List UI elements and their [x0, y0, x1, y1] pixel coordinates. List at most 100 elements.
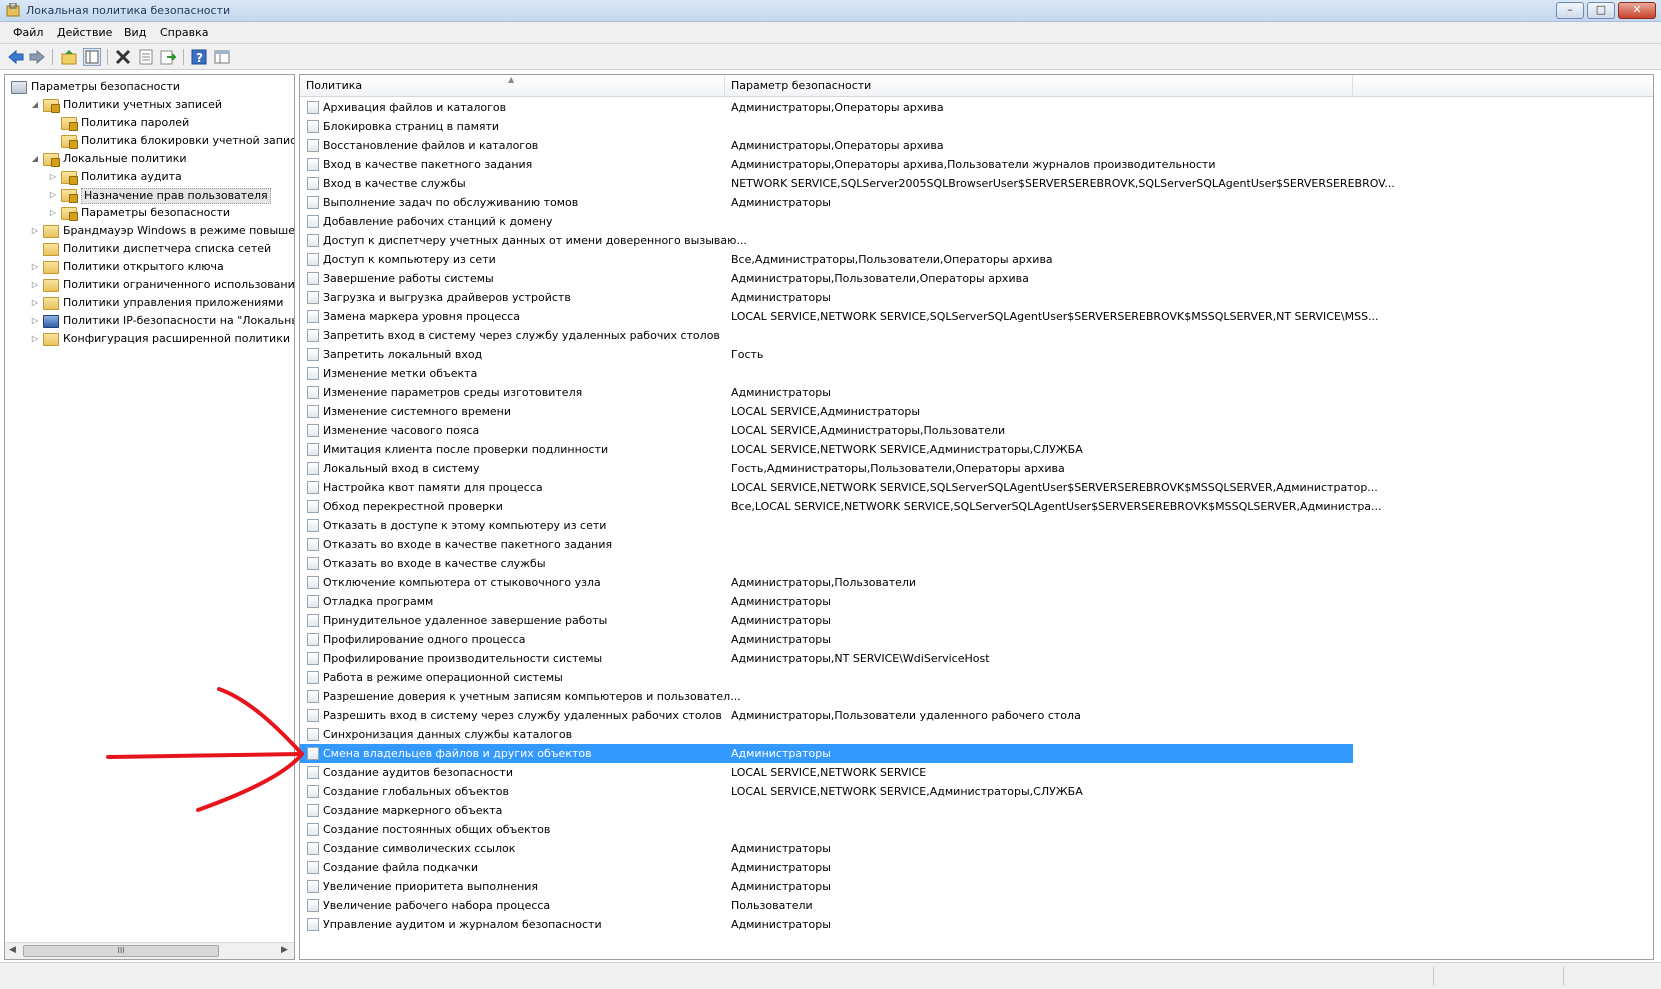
- help-icon[interactable]: ?: [190, 48, 208, 66]
- table-row[interactable]: Блокировка страниц в памяти: [300, 117, 1653, 136]
- table-row[interactable]: Создание постоянных общих объектов: [300, 820, 1653, 839]
- expand-arrow-icon[interactable]: ▷: [49, 186, 57, 204]
- table-row[interactable]: Локальный вход в систему Гость,Администра…: [300, 459, 1653, 478]
- tree-node[interactable]: ▷ Брандмауэр Windows в режиме повышенно: [5, 222, 294, 240]
- expand-arrow-icon[interactable]: ▷: [31, 330, 39, 348]
- table-row[interactable]: Добавление рабочих станций к домену: [300, 212, 1653, 231]
- scroll-right-arrow-icon[interactable]: ▶: [281, 945, 288, 955]
- table-row[interactable]: Создание маркерного объекта: [300, 801, 1653, 820]
- table-row[interactable]: Обход перекрестной проверки Все,LOCAL SER…: [300, 497, 1653, 516]
- table-row[interactable]: Изменение параметров среды изготовителя А…: [300, 383, 1653, 402]
- show-tree-icon[interactable]: [83, 48, 101, 66]
- table-row[interactable]: Создание файла подкачки Администраторы: [300, 858, 1653, 877]
- menu-file[interactable]: Файл: [13, 26, 43, 39]
- policy-name: Добавление рабочих станций к домену: [323, 215, 553, 228]
- tree-node[interactable]: ◢ Локальные политики: [5, 150, 294, 168]
- tree-node[interactable]: ▷ Политики управления приложениями: [5, 294, 294, 312]
- tree-node[interactable]: Политики диспетчера списка сетей: [5, 240, 294, 258]
- table-row[interactable]: Работа в режиме операционной системы: [300, 668, 1653, 687]
- table-row[interactable]: Имитация клиента после проверки подлинно…: [300, 440, 1653, 459]
- menu-action[interactable]: Действие: [57, 26, 112, 39]
- table-row[interactable]: Отказать во входе в качестве службы: [300, 554, 1653, 573]
- table-row[interactable]: Изменение метки объекта: [300, 364, 1653, 383]
- expand-arrow-icon[interactable]: ▷: [31, 294, 39, 312]
- table-row[interactable]: Создание аудитов безопасности LOCAL SERVI…: [300, 763, 1653, 782]
- export-icon[interactable]: [159, 48, 177, 66]
- table-row[interactable]: Синхронизация данных службы каталогов: [300, 725, 1653, 744]
- policy-setting: Администраторы,Пользователи,Операторы ар…: [731, 272, 1029, 285]
- expand-arrow-icon[interactable]: ▷: [49, 204, 57, 222]
- expand-arrow-icon[interactable]: ▷: [31, 276, 39, 294]
- table-row[interactable]: Вход в качестве службы NETWORK SERVICE,SQ…: [300, 174, 1653, 193]
- policy-icon: [307, 633, 319, 646]
- expand-arrow-icon[interactable]: ▷: [31, 312, 39, 330]
- table-row[interactable]: Восстановление файлов и каталогов Админис…: [300, 136, 1653, 155]
- collapse-arrow-icon[interactable]: ◢: [31, 150, 39, 168]
- tree-node[interactable]: ▷ Политики ограниченного использования пр: [5, 276, 294, 294]
- tree-node[interactable]: ▷ Политика аудита: [5, 168, 294, 186]
- menu-help[interactable]: Справка: [160, 26, 208, 39]
- table-row[interactable]: Принудительное удаленное завершение рабо…: [300, 611, 1653, 630]
- table-row[interactable]: Создание символических ссылок Администрат…: [300, 839, 1653, 858]
- forward-arrow-icon[interactable]: [28, 48, 46, 66]
- tree-node[interactable]: ▷ Политики IP-безопасности на "Локальный …: [5, 312, 294, 330]
- policy-icon: [307, 310, 319, 323]
- policy-icon: [307, 500, 319, 513]
- table-row[interactable]: Запретить вход в систему через службу уд…: [300, 326, 1653, 345]
- table-row[interactable]: Доступ к диспетчеру учетных данных от им…: [300, 231, 1653, 250]
- maximize-button[interactable]: □: [1587, 2, 1615, 19]
- expand-arrow-icon[interactable]: ▷: [31, 258, 39, 276]
- minimize-button[interactable]: –: [1556, 2, 1584, 19]
- back-arrow-icon[interactable]: [7, 48, 25, 66]
- column-header-setting[interactable]: Параметр безопасности: [725, 75, 1353, 97]
- tree-node[interactable]: Политика паролей: [5, 114, 294, 132]
- scroll-thumb[interactable]: III: [23, 945, 219, 957]
- properties-icon[interactable]: [137, 48, 155, 66]
- tree-node[interactable]: ▷ Конфигурация расширенной политики ауди: [5, 330, 294, 348]
- table-row[interactable]: Архивация файлов и каталогов Администрато…: [300, 98, 1653, 117]
- sort-ascending-icon: ▲: [508, 75, 515, 84]
- expand-arrow-icon[interactable]: ▷: [31, 222, 39, 240]
- menu-view[interactable]: Вид: [124, 26, 146, 39]
- table-row[interactable]: Отказать в доступе к этому компьютеру из…: [300, 516, 1653, 535]
- policy-icon: [307, 766, 319, 779]
- table-row[interactable]: Завершение работы системы Администраторы,…: [300, 269, 1653, 288]
- tree-node[interactable]: Политика блокировки учетной записи: [5, 132, 294, 150]
- table-row[interactable]: Отказать во входе в качестве пакетного з…: [300, 535, 1653, 554]
- delete-icon[interactable]: [114, 48, 132, 66]
- table-row[interactable]: Настройка квот памяти для процесса LOCAL …: [300, 478, 1653, 497]
- collapse-arrow-icon[interactable]: ◢: [31, 96, 39, 114]
- table-row[interactable]: Профилирование производительности систем…: [300, 649, 1653, 668]
- table-row[interactable]: Запретить локальный вход Гость: [300, 345, 1653, 364]
- table-row[interactable]: Увеличение приоритета выполнения Админист…: [300, 877, 1653, 896]
- table-row[interactable]: Выполнение задач по обслуживанию томов Ад…: [300, 193, 1653, 212]
- table-row[interactable]: Разрешение доверия к учетным записям ком…: [300, 687, 1653, 706]
- console-icon[interactable]: [213, 48, 231, 66]
- table-row[interactable]: Вход в качестве пакетного задания Админис…: [300, 155, 1653, 174]
- table-row[interactable]: Изменение системного времени LOCAL SERVIC…: [300, 402, 1653, 421]
- scroll-left-arrow-icon[interactable]: ◀: [9, 945, 16, 955]
- list-header: ▲ Политика Параметр безопасности: [300, 75, 1653, 97]
- column-header-policy[interactable]: ▲ Политика: [300, 75, 725, 97]
- tree-node[interactable]: ▷ Политики открытого ключа: [5, 258, 294, 276]
- tree-node[interactable]: ▷ Назначение прав пользователя: [5, 186, 294, 204]
- table-row[interactable]: Разрешить вход в систему через службу уд…: [300, 706, 1653, 725]
- table-row[interactable]: Отладка программ Администраторы: [300, 592, 1653, 611]
- table-row[interactable]: Загрузка и выгрузка драйверов устройств А…: [300, 288, 1653, 307]
- close-button[interactable]: ✕: [1618, 2, 1656, 19]
- table-row[interactable]: Увеличение рабочего набора процесса Польз…: [300, 896, 1653, 915]
- table-row[interactable]: Отключение компьютера от стыковочного уз…: [300, 573, 1653, 592]
- tree-node[interactable]: Параметры безопасности: [5, 78, 294, 96]
- tree-horizontal-scrollbar[interactable]: ◀ III ▶: [5, 942, 294, 959]
- tree-node[interactable]: ◢ Политики учетных записей: [5, 96, 294, 114]
- table-row[interactable]: Изменение часового пояса LOCAL SERVICE,Ад…: [300, 421, 1653, 440]
- table-row[interactable]: Управление аудитом и журналом безопаснос…: [300, 915, 1653, 934]
- table-row[interactable]: Доступ к компьютеру из сети Все,Администр…: [300, 250, 1653, 269]
- table-row[interactable]: Замена маркера уровня процесса LOCAL SERV…: [300, 307, 1653, 326]
- up-folder-icon[interactable]: [60, 48, 78, 66]
- table-row[interactable]: Создание глобальных объектов LOCAL SERVIC…: [300, 782, 1653, 801]
- tree-node[interactable]: ▷ Параметры безопасности: [5, 204, 294, 222]
- table-row[interactable]: Профилирование одного процесса Администра…: [300, 630, 1653, 649]
- expand-arrow-icon[interactable]: ▷: [49, 168, 57, 186]
- table-row[interactable]: Смена владельцев файлов и других объекто…: [300, 744, 1353, 763]
